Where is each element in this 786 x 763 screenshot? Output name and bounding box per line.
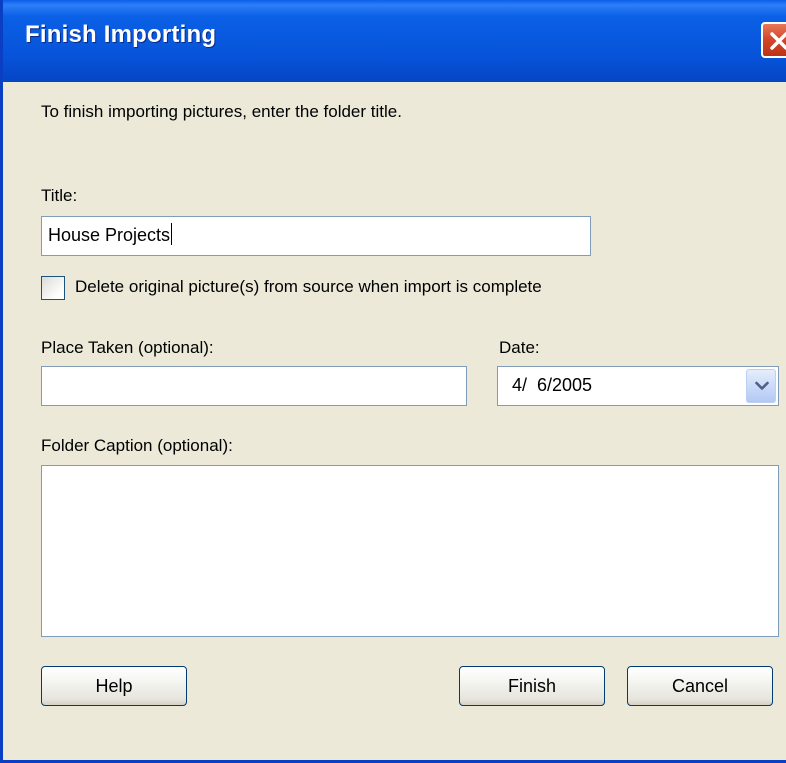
place-taken-label: Place Taken (optional): bbox=[41, 338, 214, 357]
title-bar: Finish Importing bbox=[3, 0, 786, 82]
folder-caption-label: Folder Caption (optional): bbox=[41, 436, 233, 455]
dialog-title: Finish Importing bbox=[25, 21, 217, 48]
date-label: Date: bbox=[499, 338, 540, 357]
title-input[interactable]: House Projects bbox=[41, 216, 591, 256]
date-value: 4/ 6/2005 bbox=[512, 375, 593, 395]
date-dropdown-button[interactable] bbox=[746, 369, 776, 403]
delete-originals-checkbox[interactable] bbox=[41, 276, 65, 300]
title-input-value: House Projects bbox=[48, 225, 171, 245]
close-button[interactable] bbox=[761, 22, 786, 58]
folder-caption-textarea[interactable] bbox=[41, 465, 779, 637]
date-dropdown[interactable]: 4/ 6/2005 bbox=[497, 366, 779, 406]
place-taken-input[interactable] bbox=[41, 366, 467, 406]
chevron-down-icon bbox=[755, 381, 769, 390]
title-label: Title: bbox=[41, 186, 78, 205]
cancel-button[interactable]: Cancel bbox=[627, 666, 773, 706]
close-icon bbox=[770, 32, 786, 50]
help-button[interactable]: Help bbox=[41, 666, 187, 706]
finish-button[interactable]: Finish bbox=[459, 666, 605, 706]
instructions-text: To finish importing pictures, enter the … bbox=[41, 102, 402, 121]
dialog-body: To finish importing pictures, enter the … bbox=[3, 82, 786, 760]
text-caret bbox=[171, 223, 173, 245]
finish-importing-dialog: Finish Importing To finish importing pic… bbox=[0, 0, 786, 763]
delete-originals-label[interactable]: Delete original picture(s) from source w… bbox=[75, 277, 542, 297]
